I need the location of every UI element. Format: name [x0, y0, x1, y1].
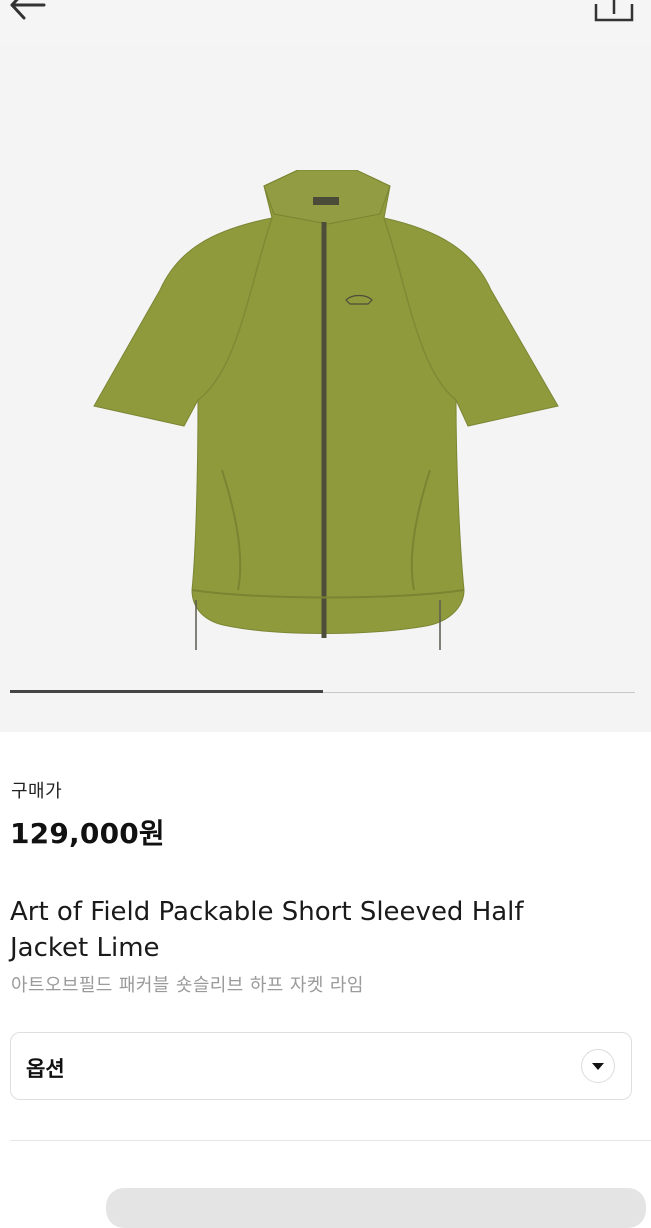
product-title: Art of Field Packable Short Sleeved Half…: [10, 897, 524, 963]
price-label: 구매가: [11, 781, 63, 802]
back-button[interactable]: [8, 0, 54, 24]
option-label: 옵션: [26, 1057, 65, 1081]
bottom-action-button[interactable]: [106, 1188, 646, 1228]
option-select[interactable]: 옵션: [10, 1032, 632, 1100]
divider: [10, 1140, 651, 1141]
jacket-neck-label: [313, 197, 339, 205]
top-bar: [0, 0, 651, 46]
product-image: [93, 170, 559, 650]
chevron-down-icon[interactable]: [581, 1049, 615, 1083]
gallery-progress-indicator: [10, 690, 323, 693]
price-value: 129,000원: [10, 817, 165, 850]
product-image-gallery[interactable]: [0, 46, 651, 732]
arrow-left-icon: [10, 0, 46, 20]
share-button[interactable]: [590, 0, 640, 26]
share-upload-icon: [594, 0, 634, 22]
product-subtitle: 아트오브필드 패커블 숏슬리브 하프 자켓 라임: [11, 975, 364, 996]
